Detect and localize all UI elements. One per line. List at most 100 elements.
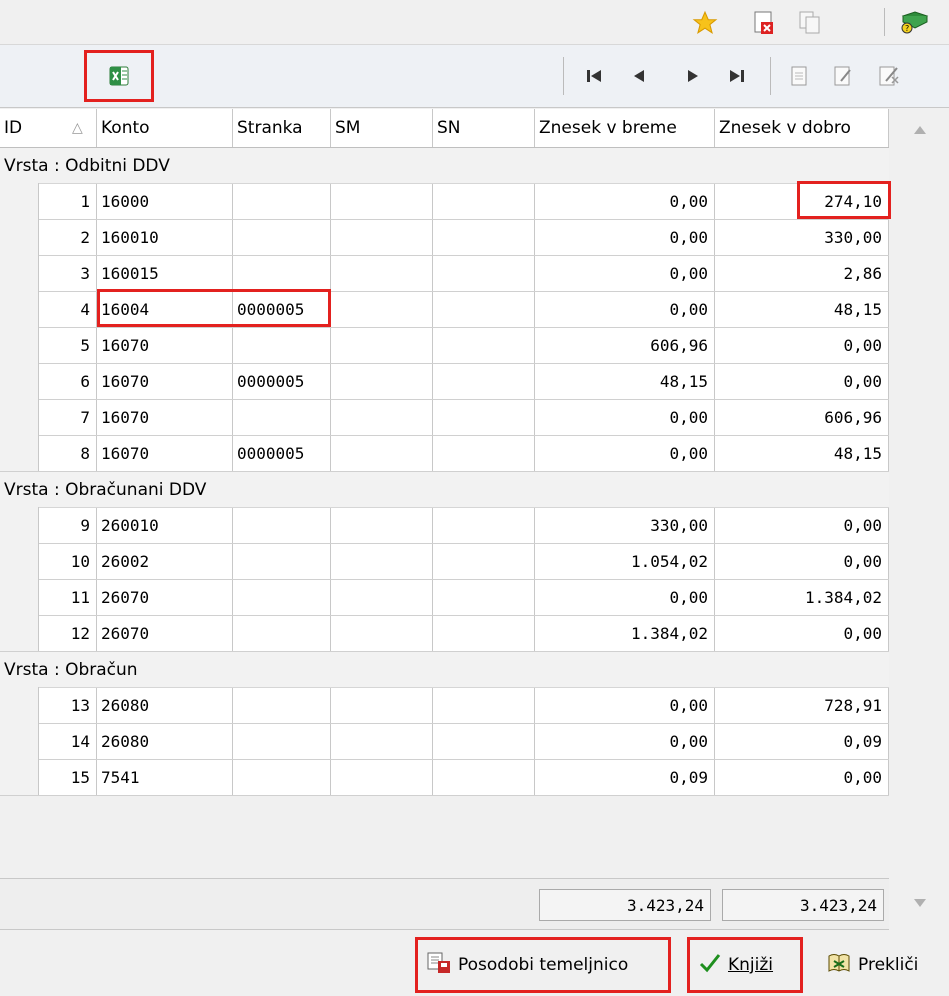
table-row[interactable]: 7 16070 0,00 606,96 [0, 399, 889, 436]
cell-konto[interactable]: 7541 [97, 760, 233, 795]
cell-stranka[interactable]: 0000005 [233, 292, 331, 327]
cell-sm[interactable] [331, 400, 433, 435]
cell-id[interactable]: 12 [38, 616, 97, 651]
cell-breme[interactable]: 48,15 [535, 364, 715, 399]
cell-sn[interactable] [433, 724, 535, 759]
cell-id[interactable]: 14 [38, 724, 97, 759]
cell-stranka[interactable] [233, 256, 331, 291]
cell-sn[interactable] [433, 760, 535, 795]
cell-breme[interactable]: 1.054,02 [535, 544, 715, 579]
cell-dobro[interactable]: 274,10 [715, 184, 889, 219]
cell-sm[interactable] [331, 220, 433, 255]
cell-konto[interactable]: 16004 [97, 292, 233, 327]
column-header-id[interactable]: ID △ [0, 109, 97, 147]
group-header[interactable]: Vrsta : Obračun [0, 652, 889, 688]
cell-id[interactable]: 8 [38, 436, 97, 471]
cell-dobro[interactable]: 0,00 [715, 508, 889, 543]
cell-dobro[interactable]: 0,00 [715, 544, 889, 579]
column-header-sm[interactable]: SM [331, 109, 433, 147]
cell-konto[interactable]: 16070 [97, 436, 233, 471]
cell-dobro[interactable]: 0,09 [715, 724, 889, 759]
cell-breme[interactable]: 0,00 [535, 436, 715, 471]
table-row[interactable]: 10 26002 1.054,02 0,00 [0, 543, 889, 580]
table-row[interactable]: 9 260010 330,00 0,00 [0, 507, 889, 544]
cell-breme[interactable]: 330,00 [535, 508, 715, 543]
cell-stranka[interactable]: 0000005 [233, 436, 331, 471]
cell-stranka[interactable] [233, 760, 331, 795]
cell-konto[interactable]: 16070 [97, 364, 233, 399]
copy-document-icon[interactable] [796, 8, 824, 38]
cell-sm[interactable] [331, 724, 433, 759]
cell-id[interactable]: 15 [38, 760, 97, 795]
cell-id[interactable]: 1 [38, 184, 97, 219]
excel-export-icon[interactable] [84, 50, 154, 102]
group-header[interactable]: Vrsta : Obračunani DDV [0, 472, 889, 508]
cell-breme[interactable]: 0,00 [535, 184, 715, 219]
edit-icon[interactable] [826, 59, 860, 93]
cell-id[interactable]: 6 [38, 364, 97, 399]
cell-stranka[interactable] [233, 508, 331, 543]
cell-breme[interactable]: 0,00 [535, 256, 715, 291]
cell-sn[interactable] [433, 436, 535, 471]
cell-breme[interactable]: 0,00 [535, 220, 715, 255]
cell-dobro[interactable]: 1.384,02 [715, 580, 889, 615]
cell-sm[interactable] [331, 544, 433, 579]
cell-stranka[interactable] [233, 616, 331, 651]
column-header-dobro[interactable]: Znesek v dobro [715, 109, 889, 147]
cell-dobro[interactable]: 330,00 [715, 220, 889, 255]
cell-breme[interactable]: 0,00 [535, 580, 715, 615]
cell-sm[interactable] [331, 292, 433, 327]
cell-konto[interactable]: 160015 [97, 256, 233, 291]
group-header[interactable]: Vrsta : Odbitni DDV [0, 148, 889, 184]
scroll-up-icon[interactable] [912, 121, 928, 134]
table-row[interactable]: 13 26080 0,00 728,91 [0, 687, 889, 724]
cell-sm[interactable] [331, 688, 433, 723]
cell-sm[interactable] [331, 364, 433, 399]
star-icon[interactable] [690, 8, 720, 38]
new-document-icon[interactable] [782, 59, 816, 93]
cell-konto[interactable]: 26080 [97, 688, 233, 723]
cell-konto[interactable]: 260010 [97, 508, 233, 543]
cell-konto[interactable]: 26070 [97, 616, 233, 651]
cell-stranka[interactable]: 0000005 [233, 364, 331, 399]
table-row[interactable]: 5 16070 606,96 0,00 [0, 327, 889, 364]
cell-sn[interactable] [433, 220, 535, 255]
cell-sm[interactable] [331, 328, 433, 363]
cell-sn[interactable] [433, 544, 535, 579]
book-help-icon[interactable]: ? [897, 6, 931, 38]
cell-stranka[interactable] [233, 328, 331, 363]
cell-breme[interactable]: 0,09 [535, 760, 715, 795]
cell-sn[interactable] [433, 400, 535, 435]
previous-record-icon[interactable] [622, 59, 656, 93]
cell-konto[interactable]: 16070 [97, 400, 233, 435]
cell-breme[interactable]: 0,00 [535, 292, 715, 327]
cell-konto[interactable]: 26002 [97, 544, 233, 579]
cell-dobro[interactable]: 0,00 [715, 328, 889, 363]
cell-konto[interactable]: 26070 [97, 580, 233, 615]
table-row[interactable]: 6 16070 0000005 48,15 0,00 [0, 363, 889, 400]
cell-sn[interactable] [433, 256, 535, 291]
cell-sm[interactable] [331, 580, 433, 615]
table-row[interactable]: 12 26070 1.384,02 0,00 [0, 615, 889, 652]
cell-dobro[interactable]: 728,91 [715, 688, 889, 723]
cell-id[interactable]: 9 [38, 508, 97, 543]
cell-breme[interactable]: 1.384,02 [535, 616, 715, 651]
cell-konto[interactable]: 26080 [97, 724, 233, 759]
cell-stranka[interactable] [233, 184, 331, 219]
cell-id[interactable]: 3 [38, 256, 97, 291]
cell-sm[interactable] [331, 760, 433, 795]
cell-stranka[interactable] [233, 220, 331, 255]
last-record-icon[interactable] [720, 59, 754, 93]
scroll-down-icon[interactable] [912, 894, 928, 907]
cell-id[interactable]: 2 [38, 220, 97, 255]
cell-sn[interactable] [433, 328, 535, 363]
cell-konto[interactable]: 16070 [97, 328, 233, 363]
column-header-sn[interactable]: SN [433, 109, 535, 147]
table-row[interactable]: 3 160015 0,00 2,86 [0, 255, 889, 292]
cell-id[interactable]: 11 [38, 580, 97, 615]
cell-sn[interactable] [433, 580, 535, 615]
cancel-button[interactable]: Prekliči [818, 940, 946, 990]
cell-stranka[interactable] [233, 724, 331, 759]
column-header-breme[interactable]: Znesek v breme [535, 109, 715, 147]
cell-dobro[interactable]: 0,00 [715, 616, 889, 651]
